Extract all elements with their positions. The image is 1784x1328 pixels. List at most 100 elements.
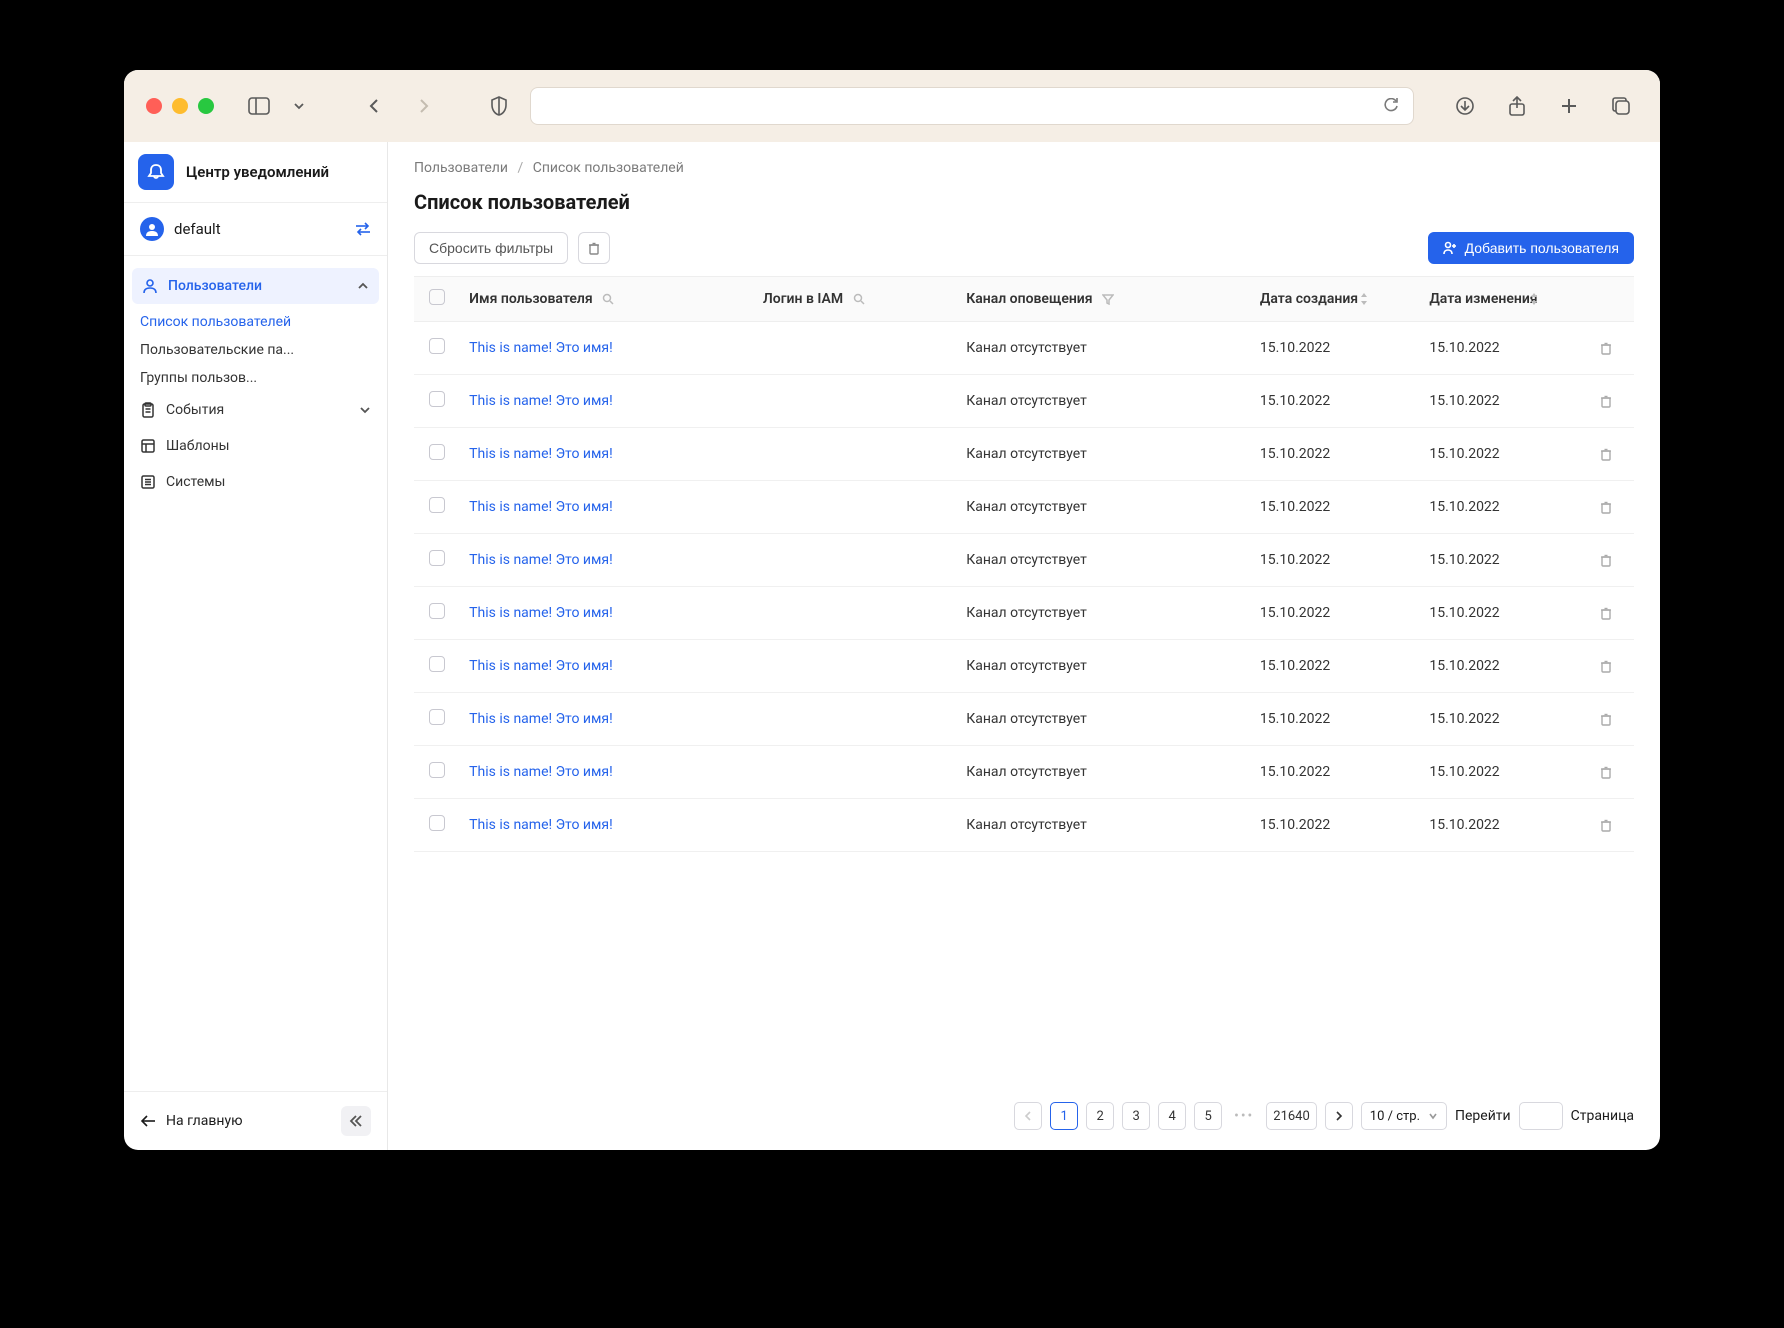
sidebar-item-users[interactable]: Пользователи — [132, 268, 379, 304]
user-switcher[interactable]: default — [124, 203, 387, 256]
delete-row-icon[interactable] — [1599, 659, 1624, 673]
page-5[interactable]: 5 — [1194, 1102, 1222, 1130]
delete-row-icon[interactable] — [1599, 712, 1624, 726]
row-checkbox[interactable] — [429, 497, 445, 513]
delete-row-icon[interactable] — [1599, 500, 1624, 514]
user-name-link[interactable]: This is name! Это имя! — [469, 552, 613, 568]
nav-forward-icon[interactable] — [406, 89, 440, 123]
user-name-link[interactable]: This is name! Это имя! — [469, 393, 613, 409]
cell-channel: Канал отсутствует — [956, 481, 1250, 534]
table-row: This is name! Это имя!Канал отсутствует1… — [414, 428, 1634, 481]
sort-icon[interactable] — [1529, 292, 1539, 306]
browser-chrome — [124, 70, 1660, 142]
add-user-button[interactable]: Добавить пользователя — [1428, 232, 1634, 264]
cell-channel: Канал отсутствует — [956, 534, 1250, 587]
reload-icon[interactable] — [1383, 98, 1399, 114]
cell-created: 15.10.2022 — [1250, 428, 1419, 481]
row-checkbox[interactable] — [429, 762, 445, 778]
delete-row-icon[interactable] — [1599, 341, 1624, 355]
page-4[interactable]: 4 — [1158, 1102, 1186, 1130]
delete-row-icon[interactable] — [1599, 606, 1624, 620]
cell-login — [753, 799, 956, 852]
page-2[interactable]: 2 — [1086, 1102, 1114, 1130]
goto-input[interactable] — [1519, 1102, 1563, 1130]
home-link[interactable]: На главную — [166, 1113, 243, 1129]
nav-back-icon[interactable] — [358, 89, 392, 123]
filter-icon[interactable] — [1102, 293, 1114, 305]
page-word: Страница — [1571, 1108, 1634, 1124]
user-name-link[interactable]: This is name! Это имя! — [469, 817, 613, 833]
col-created[interactable]: Дата создания — [1250, 277, 1419, 322]
app-title: Центр уведомлений — [186, 163, 329, 181]
user-name-link[interactable]: This is name! Это имя! — [469, 658, 613, 674]
page-3[interactable]: 3 — [1122, 1102, 1150, 1130]
browser-window: Центр уведомлений default Пользователи — [124, 70, 1660, 1150]
subnav-user-groups[interactable]: Группы пользов... — [140, 364, 387, 392]
search-icon[interactable] — [853, 293, 865, 305]
cell-channel: Канал отсутствует — [956, 746, 1250, 799]
delete-row-icon[interactable] — [1599, 553, 1624, 567]
sidebar-nav: Пользователи Список пользователей Пользо… — [124, 256, 387, 1091]
col-channel[interactable]: Канал оповещения — [956, 277, 1250, 322]
page-prev[interactable] — [1014, 1102, 1042, 1130]
chevron-down-icon[interactable] — [282, 89, 316, 123]
col-name[interactable]: Имя пользователя — [459, 277, 753, 322]
search-icon[interactable] — [602, 293, 614, 305]
address-bar[interactable] — [530, 87, 1414, 125]
delete-row-icon[interactable] — [1599, 394, 1624, 408]
delete-filter-button[interactable] — [578, 232, 610, 264]
sidebar-item-events[interactable]: События — [124, 392, 387, 428]
row-checkbox[interactable] — [429, 603, 445, 619]
col-login[interactable]: Логин в IAM — [753, 277, 956, 322]
delete-row-icon[interactable] — [1599, 765, 1624, 779]
page-next[interactable] — [1325, 1102, 1353, 1130]
cell-modified: 15.10.2022 — [1419, 799, 1588, 852]
maximize-window[interactable] — [198, 98, 214, 114]
tabs-icon[interactable] — [1604, 89, 1638, 123]
collapse-sidebar-icon[interactable] — [341, 1106, 371, 1136]
sidebar-item-templates[interactable]: Шаблоны — [124, 428, 387, 464]
new-tab-icon[interactable] — [1552, 89, 1586, 123]
user-name-link[interactable]: This is name! Это имя! — [469, 446, 613, 462]
cell-login — [753, 428, 956, 481]
user-icon — [142, 278, 158, 294]
row-checkbox[interactable] — [429, 444, 445, 460]
row-checkbox[interactable] — [429, 815, 445, 831]
minimize-window[interactable] — [172, 98, 188, 114]
share-icon[interactable] — [1500, 89, 1534, 123]
switch-user-icon[interactable] — [355, 222, 371, 236]
breadcrumb-a[interactable]: Пользователи — [414, 160, 508, 176]
sidebar-toggle-icon[interactable] — [242, 89, 276, 123]
subnav-user-params[interactable]: Пользовательские па... — [140, 336, 387, 364]
delete-row-icon[interactable] — [1599, 447, 1624, 461]
user-name-link[interactable]: This is name! Это имя! — [469, 605, 613, 621]
cell-channel: Канал отсутствует — [956, 640, 1250, 693]
table-row: This is name! Это имя!Канал отсутствует1… — [414, 375, 1634, 428]
row-checkbox[interactable] — [429, 550, 445, 566]
subnav-user-list[interactable]: Список пользователей — [140, 308, 387, 336]
shield-icon[interactable] — [482, 89, 516, 123]
user-name-link[interactable]: This is name! Это имя! — [469, 764, 613, 780]
select-all-checkbox[interactable] — [429, 289, 445, 305]
close-window[interactable] — [146, 98, 162, 114]
row-checkbox[interactable] — [429, 338, 445, 354]
sort-icon[interactable] — [1359, 292, 1369, 306]
table-row: This is name! Это имя!Канал отсутствует1… — [414, 481, 1634, 534]
row-checkbox[interactable] — [429, 709, 445, 725]
goto-label: Перейти — [1455, 1108, 1511, 1124]
reset-filters-button[interactable]: Сбросить фильтры — [414, 232, 568, 264]
row-checkbox[interactable] — [429, 391, 445, 407]
user-name-link[interactable]: This is name! Это имя! — [469, 499, 613, 515]
user-name-link[interactable]: This is name! Это имя! — [469, 711, 613, 727]
page-size-select[interactable]: 10 / стр. — [1361, 1102, 1447, 1130]
download-icon[interactable] — [1448, 89, 1482, 123]
sidebar-item-systems[interactable]: Системы — [124, 464, 387, 500]
page-1[interactable]: 1 — [1050, 1102, 1078, 1130]
user-name-link[interactable]: This is name! Это имя! — [469, 340, 613, 356]
cell-channel: Канал отсутствует — [956, 375, 1250, 428]
row-checkbox[interactable] — [429, 656, 445, 672]
col-modified[interactable]: Дата изменения — [1419, 277, 1588, 322]
page-last[interactable]: 21640 — [1266, 1102, 1317, 1130]
delete-row-icon[interactable] — [1599, 818, 1624, 832]
cell-login — [753, 375, 956, 428]
